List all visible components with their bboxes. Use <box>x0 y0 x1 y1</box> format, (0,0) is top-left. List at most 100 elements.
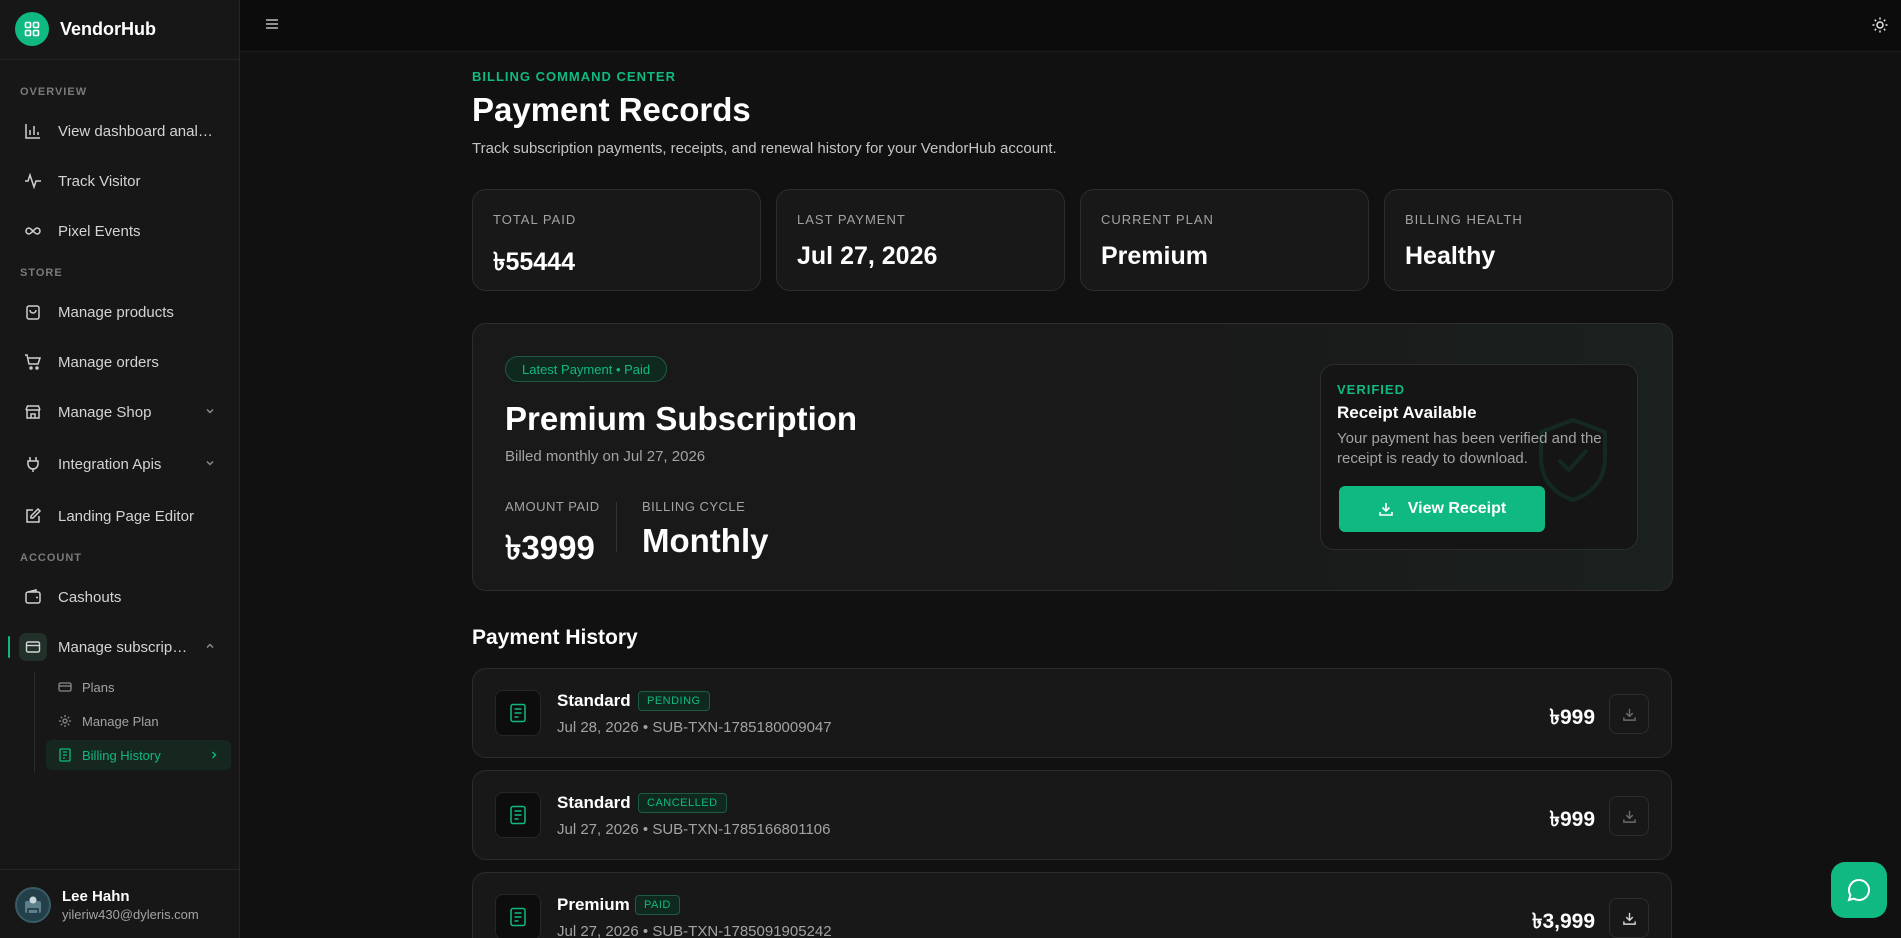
download-icon <box>1378 503 1393 516</box>
activity-icon <box>25 172 41 190</box>
subitem-plans[interactable]: Plans <box>46 672 231 702</box>
bar-chart-icon <box>25 124 40 139</box>
chevron-right-icon <box>212 751 217 759</box>
divider <box>0 59 240 60</box>
sidebar-item-label: Integration Apis <box>58 455 162 473</box>
infinity-icon <box>25 227 41 235</box>
row-meta: Jul 27, 2026 • SUB-TXN-1785166801106 <box>557 821 831 838</box>
submenu-line <box>34 671 35 773</box>
download-icon <box>1622 708 1636 721</box>
sidebar-item-cashouts[interactable]: Cashouts <box>10 578 230 616</box>
row-plan: Standard <box>557 793 631 812</box>
sidebar-item-dashboard[interactable]: View dashboard analytics <box>10 112 230 150</box>
plug-icon <box>27 457 39 472</box>
sidebar-item-manage-orders[interactable]: Manage orders <box>10 343 230 381</box>
sidebar-item-manage-products[interactable]: Manage products <box>10 293 230 331</box>
user-profile[interactable]: Lee Hahn yileriw430@dyleris.com <box>15 887 199 923</box>
section-label-store: STORE <box>20 267 63 279</box>
download-button[interactable] <box>1609 796 1649 836</box>
chat-button[interactable] <box>1831 862 1887 918</box>
cycle-label: BILLING CYCLE <box>642 499 746 514</box>
divider <box>616 502 617 552</box>
sidebar-item-label: Manage subscriptions <box>58 638 188 656</box>
receipt-panel: VERIFIED Receipt Available Your payment … <box>1320 364 1638 550</box>
history-title: Payment History <box>472 626 638 649</box>
sidebar-item-integration-apis[interactable]: Integration Apis <box>10 445 230 483</box>
document-icon <box>495 792 541 838</box>
billing-date: Billed monthly on Jul 27, 2026 <box>505 448 706 465</box>
stat-label: TOTAL PAID <box>493 212 577 227</box>
subscription-title: Premium Subscription <box>505 400 858 437</box>
menu-icon[interactable] <box>264 16 280 37</box>
subitem-label: Billing History <box>82 747 161 763</box>
page-subtitle: Track subscription payments, receipts, a… <box>472 140 1057 157</box>
brand-name: VendorHub <box>60 18 157 39</box>
sidebar-item-manage-subscriptions[interactable]: Manage subscriptions <box>10 628 230 666</box>
stat-value: Healthy <box>1405 242 1496 270</box>
chevron-down-icon <box>206 460 214 466</box>
amount-label: AMOUNT PAID <box>505 499 600 514</box>
row-plan: Premium <box>557 895 630 914</box>
sidebar-item-label: Landing Page Editor <box>58 507 194 525</box>
view-receipt-button[interactable]: View Receipt <box>1339 486 1545 532</box>
shopping-bag-icon <box>26 305 40 320</box>
sidebar-item-pixel-events[interactable]: Pixel Events <box>10 212 230 250</box>
topbar <box>240 0 1901 52</box>
subitem-label: Manage Plan <box>82 713 159 729</box>
avatar <box>15 887 51 923</box>
view-receipt-label: View Receipt <box>1407 500 1507 517</box>
stat-value: ৳55444 <box>493 248 575 276</box>
sidebar-item-label: Manage Shop <box>58 403 152 421</box>
row-amount: ৳999 <box>1549 706 1596 729</box>
receipt-text: Your payment has been verified and the r… <box>1337 430 1602 467</box>
row-amount: ৳3,999 <box>1531 910 1595 933</box>
stat-card-total-paid: TOTAL PAID ৳55444 <box>472 189 761 291</box>
row-meta: Jul 28, 2026 • SUB-TXN-1785180009047 <box>557 719 832 736</box>
sidebar-item-label: View dashboard analytics <box>58 122 218 140</box>
cart-icon <box>25 354 42 370</box>
sidebar-item-label: Manage orders <box>58 353 159 371</box>
wallet-icon <box>25 589 41 604</box>
credit-card-icon <box>19 633 47 661</box>
download-icon <box>1622 912 1636 925</box>
subitem-manage-plan[interactable]: Manage Plan <box>46 706 231 736</box>
status-badge: PENDING <box>638 691 710 711</box>
sidebar: VendorHub OVERVIEW View dashboard analyt… <box>0 0 240 938</box>
sidebar-item-landing-page-editor[interactable]: Landing Page Editor <box>10 497 230 535</box>
status-badge: CANCELLED <box>638 793 727 813</box>
page-eyebrow: BILLING COMMAND CENTER <box>472 69 676 84</box>
row-meta: Jul 27, 2026 • SUB-TXN-1785091905242 <box>557 923 832 938</box>
sidebar-item-label: Manage products <box>58 303 174 321</box>
row-amount: ৳999 <box>1549 808 1596 831</box>
brand[interactable]: VendorHub <box>15 12 156 46</box>
stat-label: LAST PAYMENT <box>797 212 906 227</box>
document-icon <box>495 894 541 938</box>
sidebar-item-manage-shop[interactable]: Manage Shop <box>10 393 230 431</box>
user-email: yileriw430@dyleris.com <box>62 907 199 922</box>
receipt-status: VERIFIED <box>1337 382 1405 397</box>
chevron-down-icon <box>206 408 214 414</box>
divider <box>0 869 240 870</box>
stat-label: BILLING HEALTH <box>1405 212 1523 227</box>
receipt-title: Receipt Available <box>1337 403 1477 422</box>
subitem-billing-history[interactable]: Billing History <box>46 740 231 770</box>
payment-row[interactable]: Standard CANCELLED Jul 27, 2026 • SUB-TX… <box>472 770 1672 860</box>
amount-value: ৳3999 <box>505 529 595 566</box>
download-icon <box>1622 810 1636 823</box>
chevron-up-icon <box>206 643 214 649</box>
card-icon <box>58 682 72 692</box>
store-icon <box>25 405 41 419</box>
sun-icon[interactable] <box>1871 16 1889 39</box>
sidebar-item-label: Track Visitor <box>58 172 141 190</box>
download-button[interactable] <box>1609 694 1649 734</box>
payment-row[interactable]: Premium PAID Jul 27, 2026 • SUB-TXN-1785… <box>472 872 1672 938</box>
receipt-icon <box>59 748 71 762</box>
sidebar-item-label: Pixel Events <box>58 222 141 240</box>
sidebar-item-label: Cashouts <box>58 588 122 606</box>
latest-payment-card: Latest Payment • Paid Premium Subscripti… <box>472 323 1673 591</box>
sidebar-item-track-visitor[interactable]: Track Visitor <box>10 162 230 200</box>
status-badge: Latest Payment • Paid <box>505 356 668 382</box>
row-plan: Standard <box>557 691 631 710</box>
payment-row[interactable]: Standard PENDING Jul 28, 2026 • SUB-TXN-… <box>472 668 1672 758</box>
download-button[interactable] <box>1609 898 1649 938</box>
